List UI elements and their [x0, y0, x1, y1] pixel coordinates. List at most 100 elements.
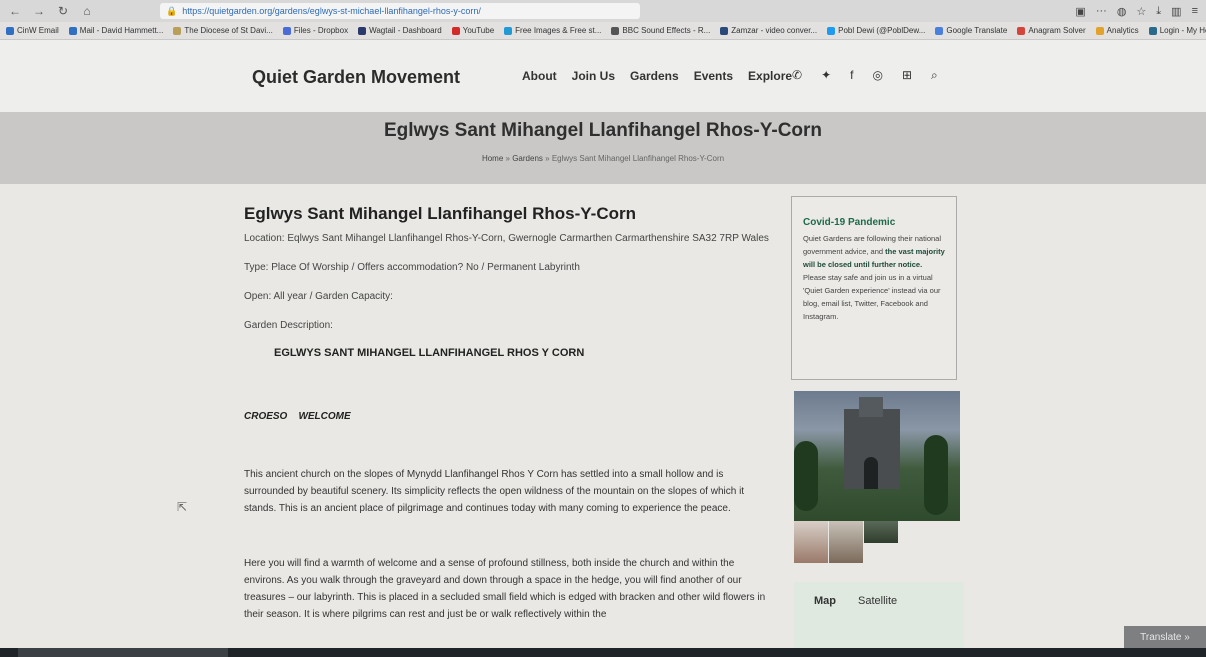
bookmark-label: Mail - David Hammett...: [79, 26, 164, 35]
bookmark-icon: [504, 26, 513, 35]
page-title: Eglwys Sant Mihangel Llanfihangel Rhos-Y…: [383, 120, 823, 141]
bookmark-label: Anagram Solver: [1028, 26, 1086, 35]
bookmark-label: Google Translate: [946, 26, 1008, 35]
church-door: [864, 457, 878, 489]
bookmark-item[interactable]: BBC Sound Effects - R...: [611, 26, 710, 35]
description-paragraph: Here you will find a warmth of welcome a…: [244, 558, 766, 620]
bookmarks-bar: CinW Email Mail - David Hammett... The Dio…: [0, 22, 1206, 40]
covid-notice: Covid-19 Pandemic Quiet Gardens are foll…: [791, 196, 957, 380]
facebook-icon[interactable]: f: [850, 68, 853, 83]
breadcrumb-home[interactable]: Home: [482, 154, 503, 163]
bookmark-item[interactable]: CinW Email: [6, 26, 59, 35]
garden-map[interactable]: Map Satellite: [794, 582, 964, 657]
thumbnail[interactable]: [864, 521, 898, 543]
church-shape: [844, 397, 900, 489]
lock-icon: 🔒: [166, 5, 178, 16]
back-icon[interactable]: ←: [6, 3, 24, 19]
bookmark-icon: [935, 26, 944, 35]
bookmark-item[interactable]: Login - My Health Onl...: [1148, 26, 1206, 35]
instagram-icon[interactable]: ◎: [872, 68, 882, 83]
breadcrumb: Home » Gardens » Eglwys Sant Mihangel Ll…: [0, 154, 1206, 163]
bookmark-item[interactable]: Analytics: [1095, 26, 1139, 35]
bookmark-item[interactable]: Zamzar - video conver...: [720, 26, 817, 35]
url-text: https://quietgarden.org/gardens/eglwys-s…: [182, 6, 481, 16]
download-icon[interactable]: ⤓: [1156, 5, 1161, 18]
garden-location: Location: Eqlwys Sant Mihangel Llanfihan…: [244, 233, 769, 244]
description-heading: EGLWYS SANT MIHANGEL LLANFIHANGEL RHOS Y…: [274, 347, 585, 359]
site-header: Quiet Garden Movement About Join Us Gard…: [0, 40, 1206, 112]
bookmark-icon: [1148, 26, 1157, 35]
map-tab[interactable]: Map: [814, 595, 836, 607]
garden-content: Eglwys Sant Mihangel Llanfihangel Rhos-Y…: [244, 204, 784, 623]
cursor-icon: ⇱: [177, 500, 188, 514]
bookmark-label: YouTube: [462, 26, 495, 35]
covid-text: Quiet Gardens are following their nation…: [803, 232, 947, 323]
satellite-tab[interactable]: Satellite: [858, 595, 897, 607]
reload-icon[interactable]: ↻: [54, 3, 72, 19]
bookmark-icon: [68, 26, 77, 35]
nav-about[interactable]: About: [522, 69, 557, 83]
garden-title: Eglwys Sant Mihangel Llanfihangel Rhos-Y…: [244, 204, 636, 223]
pocket-icon[interactable]: ◍: [1117, 5, 1127, 18]
bookmark-item[interactable]: Mail - David Hammett...: [68, 26, 164, 35]
garden-description-label: Garden Description:: [244, 320, 333, 331]
bookmark-label: The Diocese of St Davi...: [184, 26, 273, 35]
twitter-icon[interactable]: ✦: [821, 68, 831, 83]
bookmark-label: BBC Sound Effects - R...: [622, 26, 711, 35]
breadcrumb-current: Eglwys Sant Mihangel Llanfihangel Rhos-Y…: [551, 154, 725, 163]
star-icon[interactable]: ☆: [1136, 5, 1146, 18]
bookmark-item[interactable]: Pobl Dewi (@PoblDew...: [827, 26, 925, 35]
translate-button[interactable]: Translate »: [1124, 626, 1206, 648]
breadcrumb-separator: »: [545, 154, 550, 163]
bookmark-item[interactable]: Anagram Solver: [1017, 26, 1086, 35]
address-bar[interactable]: 🔒 https://quietgarden.org/gardens/eglwys…: [160, 3, 640, 19]
bookmark-icon: [358, 26, 367, 35]
thumbnail[interactable]: [829, 521, 863, 563]
thumbnail[interactable]: [794, 521, 828, 563]
bookmark-item[interactable]: Free Images & Free st...: [504, 26, 601, 35]
breadcrumb-separator: »: [505, 154, 510, 163]
browser-toolbar: ← → ↻ ⌂ 🔒 https://quietgarden.org/garden…: [0, 0, 1206, 22]
bookmark-icon: [611, 26, 620, 35]
description-paragraph: This ancient church on the slopes of Myn…: [244, 469, 745, 514]
bookmark-item[interactable]: Google Translate: [935, 26, 1007, 35]
church-photo[interactable]: [794, 391, 960, 521]
bookmark-label: Analytics: [1106, 26, 1139, 35]
reader-icon[interactable]: ▣: [1075, 5, 1085, 18]
taskbar-search[interactable]: [18, 648, 228, 657]
bookmark-icon: [1095, 26, 1104, 35]
bookmark-icon: [451, 26, 460, 35]
bookmark-label: Login - My Health Onl...: [1159, 26, 1206, 35]
nav-events[interactable]: Events: [694, 69, 733, 83]
hamburger-icon[interactable]: ≡: [1192, 5, 1198, 18]
garden-open: Open: All year / Garden Capacity:: [244, 291, 393, 302]
bookmark-icon: [1017, 26, 1026, 35]
nav-icons: ✆ ✦ f ◎ ⊞ ⌕: [792, 68, 938, 83]
site-logo[interactable]: Quiet Garden Movement: [252, 67, 460, 88]
bookmark-label: Zamzar - video conver...: [731, 26, 818, 35]
map-type-tabs: Map Satellite: [794, 582, 964, 607]
cart-icon[interactable]: ⊞: [902, 68, 912, 83]
bookmark-item[interactable]: The Diocese of St Davi...: [173, 26, 273, 35]
library-icon[interactable]: ▥: [1171, 5, 1181, 18]
forward-icon[interactable]: →: [30, 3, 48, 19]
nav-gardens[interactable]: Gardens: [630, 69, 679, 83]
page-banner: Eglwys Sant Mihangel Llanfihangel Rhos-Y…: [0, 112, 1206, 184]
bookmark-item[interactable]: YouTube: [451, 26, 495, 35]
breadcrumb-gardens[interactable]: Gardens: [512, 154, 543, 163]
search-icon[interactable]: ⌕: [931, 68, 938, 83]
taskbar: [0, 648, 1206, 657]
main-nav: About Join Us Gardens Events Explore: [522, 69, 792, 83]
browser-nav-buttons: ← → ↻ ⌂: [0, 3, 160, 19]
bookmark-item[interactable]: Files - Dropbox: [282, 26, 349, 35]
nav-join-us[interactable]: Join Us: [572, 69, 615, 83]
bookmark-icon: [173, 26, 182, 35]
garden-type: Type: Place Of Worship / Offers accommod…: [244, 262, 580, 273]
bookmark-label: Files - Dropbox: [293, 26, 349, 35]
bookmark-item[interactable]: Wagtail - Dashboard: [358, 26, 442, 35]
menu-dots-icon[interactable]: ···: [1096, 5, 1107, 18]
nav-explore[interactable]: Explore: [748, 69, 792, 83]
bookmark-label: CinW Email: [17, 26, 59, 35]
home-icon[interactable]: ⌂: [78, 3, 96, 19]
phone-icon[interactable]: ✆: [792, 68, 802, 83]
